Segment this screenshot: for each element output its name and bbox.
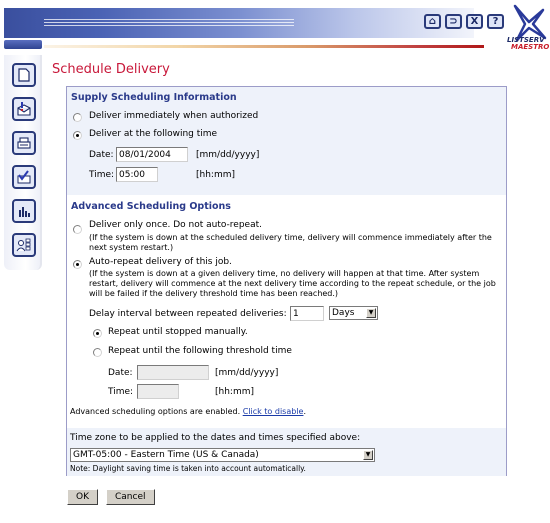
timezone-value: GMT-05:00 - Eastern Time (US & Canada) [73,450,259,460]
threshold-date-format-hint: [mm/dd/yyyy] [215,368,279,378]
home-icon[interactable]: ⌂ [424,14,441,29]
repeat-threshold-radio[interactable] [93,348,102,357]
delay-unit-value: Days [332,308,355,318]
deliver-once-radio[interactable] [73,225,82,234]
close-icon[interactable]: X [466,14,483,29]
repeat-threshold-label: Repeat until the following threshold tim… [108,346,292,356]
chevron-down-icon[interactable]: ▼ [366,308,376,318]
time-label: Time: [89,170,115,180]
date-format-hint: [mm/dd/yyyy] [196,150,260,160]
repeat-manual-radio[interactable] [93,329,102,338]
timezone-note: Note: Daylight saving time is taken into… [70,464,306,473]
auto-repeat-note: (If the system is down at a given delive… [89,269,496,298]
users-icon [16,238,31,252]
bar-chart-icon [19,207,30,217]
deliver-at-time-radio[interactable] [73,131,82,140]
auto-repeat-radio[interactable] [73,260,82,269]
banner-line [44,19,294,20]
repeat-manual-label: Repeat until stopped manually. [108,327,248,337]
sidebar-item-approve[interactable] [12,165,36,189]
envelope-alert-icon [17,102,31,116]
threshold-time-label: Time: [108,387,134,397]
page-title: Schedule Delivery [52,62,170,77]
supply-heading: Supply Scheduling Information [71,92,237,103]
sidebar-item-reports[interactable] [12,199,36,223]
time-input[interactable] [116,167,158,182]
chevron-down-icon[interactable]: ▼ [363,450,373,460]
toolbar: ⌂ ⊃ X ? [424,14,504,29]
cancel-button[interactable]: Cancel [106,489,155,505]
header-stripe [44,45,484,48]
auto-repeat-label: Auto-repeat delivery of this job. [89,257,232,267]
deliver-immediately-radio[interactable] [73,113,82,122]
disable-advanced-link[interactable]: Click to disable [243,407,304,416]
threshold-date-label: Date: [108,368,133,378]
advanced-heading: Advanced Scheduling Options [71,201,231,212]
logo-text: MAESTRO [511,43,550,51]
delay-interval-input[interactable] [290,306,324,321]
document-icon [18,68,30,82]
printer-icon [17,137,31,149]
timezone-select[interactable]: GMT-05:00 - Eastern Time (US & Canada) ▼ [70,448,375,462]
threshold-time-input[interactable] [137,384,179,399]
banner-line [44,22,294,23]
sidebar [4,55,42,270]
date-label: Date: [89,150,114,160]
sidebar-item-new-document[interactable] [12,63,36,87]
threshold-date-input[interactable] [137,365,209,380]
banner-line [44,25,294,26]
advanced-status-suffix: . [303,407,307,416]
back-icon[interactable]: ⊃ [445,14,462,29]
deliver-immediately-label: Deliver immediately when authorized [89,111,259,121]
date-input[interactable] [116,147,188,162]
header-banner [4,8,474,38]
sidebar-item-users[interactable] [12,233,36,257]
schedule-panel: Supply Scheduling Information Deliver im… [66,86,507,476]
sidebar-cap [4,40,42,49]
deliver-once-label: Deliver only once. Do not auto-repeat. [89,220,262,230]
deliver-at-time-label: Deliver at the following time [89,129,218,139]
help-icon[interactable]: ? [487,14,504,29]
advanced-status-text: Advanced scheduling options are enabled. [70,407,241,416]
delay-interval-label: Delay interval between repeated deliveri… [89,309,287,319]
ok-button[interactable]: OK [67,489,98,505]
time-format-hint: [hh:mm] [196,170,235,180]
threshold-time-format-hint: [hh:mm] [215,387,254,397]
sidebar-item-print[interactable] [12,131,36,155]
deliver-once-note: (If the system is down at the scheduled … [89,233,492,252]
sidebar-item-message[interactable] [12,97,36,121]
advanced-status: Advanced scheduling options are enabled.… [70,407,306,416]
checkmark-icon [17,170,31,184]
delay-unit-select[interactable]: Days ▼ [329,306,378,320]
timezone-label: Time zone to be applied to the dates and… [70,433,361,443]
